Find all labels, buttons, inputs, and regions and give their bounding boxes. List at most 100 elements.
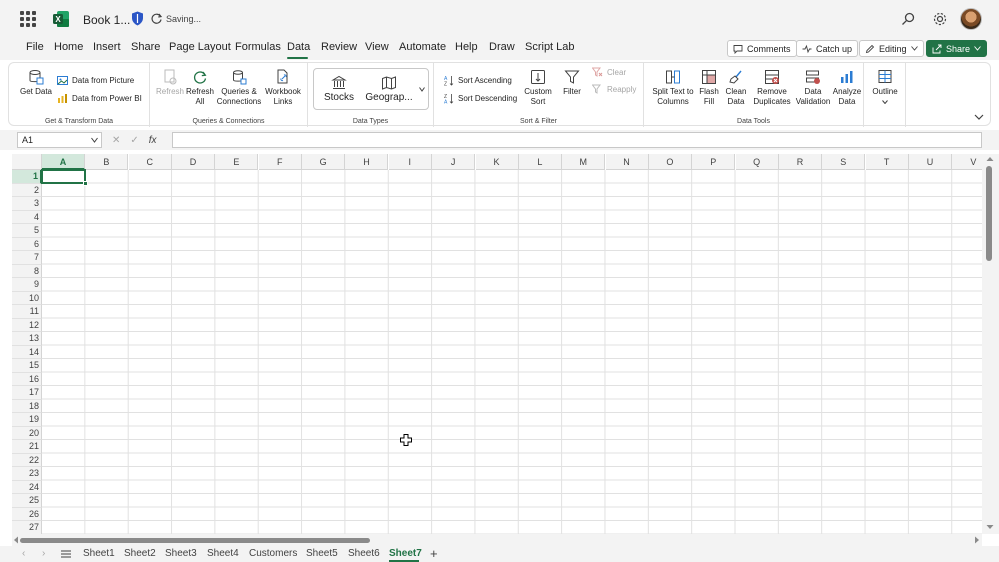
row-header[interactable]: 25 bbox=[12, 494, 42, 508]
row-header[interactable]: 9 bbox=[12, 278, 42, 292]
queries-connections-button[interactable]: Queries & Connections bbox=[216, 69, 262, 107]
sheet-tab-sheet3[interactable]: Sheet3 bbox=[165, 548, 197, 559]
row-header[interactable]: 12 bbox=[12, 318, 42, 332]
row-header[interactable]: 7 bbox=[12, 251, 42, 265]
row-header[interactable]: 26 bbox=[12, 507, 42, 521]
row-header[interactable]: 17 bbox=[12, 386, 42, 400]
data-from-picture-button[interactable]: Data from Picture bbox=[57, 75, 134, 86]
column-header[interactable]: G bbox=[302, 154, 346, 170]
sheet-tab-sheet2[interactable]: Sheet2 bbox=[124, 548, 156, 559]
column-header[interactable]: D bbox=[172, 154, 216, 170]
spreadsheet-grid[interactable]: ABCDEFGHIJKLMNOPQRSTUV 1 2 3 4 5 6 7 8 9 10 11 12 13… bbox=[12, 154, 982, 534]
row-header[interactable]: 1 bbox=[12, 170, 42, 184]
clean-data-button[interactable]: Clean Data bbox=[724, 69, 748, 107]
get-data-button[interactable]: Get Data bbox=[19, 69, 53, 97]
row-header[interactable]: 24 bbox=[12, 480, 42, 494]
enter-icon[interactable]: ✓ bbox=[130, 135, 138, 146]
filter-button[interactable]: Filter bbox=[557, 69, 587, 97]
column-header[interactable]: M bbox=[562, 154, 606, 170]
gear-icon[interactable] bbox=[932, 11, 948, 27]
column-header[interactable]: I bbox=[388, 154, 432, 170]
cancel-icon[interactable]: ✕ bbox=[112, 135, 120, 146]
menu-home[interactable]: Home bbox=[54, 41, 83, 53]
column-header[interactable]: C bbox=[128, 154, 172, 170]
column-header[interactable]: B bbox=[85, 154, 129, 170]
insert-function-icon[interactable]: fx bbox=[149, 135, 157, 146]
menu-automate[interactable]: Automate bbox=[399, 41, 446, 53]
sheet-tab-sheet4[interactable]: Sheet4 bbox=[207, 548, 239, 559]
refresh-button[interactable]: Refresh bbox=[155, 69, 185, 97]
vertical-scroll-thumb[interactable] bbox=[986, 166, 992, 261]
menu-share[interactable]: Share bbox=[131, 41, 160, 53]
sort-descending-button[interactable]: ZA Sort Descending bbox=[444, 93, 517, 104]
scroll-down-icon[interactable] bbox=[986, 524, 994, 530]
custom-sort-button[interactable]: Custom Sort bbox=[522, 69, 554, 107]
row-header[interactable]: 22 bbox=[12, 453, 42, 467]
row-header[interactable]: 2 bbox=[12, 183, 42, 197]
row-header[interactable]: 20 bbox=[12, 426, 42, 440]
add-sheet-icon[interactable]: + bbox=[430, 546, 438, 561]
vertical-scrollbar[interactable] bbox=[982, 154, 999, 534]
prev-sheet-icon[interactable]: ‹ bbox=[22, 548, 25, 559]
analyze-data-button[interactable]: Analyze Data bbox=[831, 69, 863, 107]
column-header[interactable]: H bbox=[345, 154, 389, 170]
geography-button[interactable]: Geograp... bbox=[364, 75, 414, 103]
workbook-title[interactable]: Book 1... bbox=[83, 13, 130, 27]
column-header[interactable]: Q bbox=[735, 154, 779, 170]
sheet-tab-sheet5[interactable]: Sheet5 bbox=[306, 548, 338, 559]
all-sheets-icon[interactable] bbox=[61, 550, 71, 558]
column-header[interactable]: S bbox=[822, 154, 866, 170]
reapply-button[interactable]: Reapply bbox=[592, 84, 636, 94]
row-header[interactable]: 5 bbox=[12, 224, 42, 238]
select-all-corner[interactable] bbox=[12, 154, 42, 170]
sheet-tab-sheet7[interactable]: Sheet7 bbox=[389, 548, 422, 559]
row-header[interactable]: 13 bbox=[12, 332, 42, 346]
share-button[interactable]: Share bbox=[926, 40, 988, 57]
menu-script-lab[interactable]: Script Lab bbox=[525, 41, 575, 53]
workbook-links-button[interactable]: Workbook Links bbox=[262, 69, 304, 107]
refresh-all-button[interactable]: Refresh All bbox=[185, 69, 215, 107]
catch-up-button[interactable]: Catch up bbox=[796, 40, 859, 57]
row-header[interactable]: 6 bbox=[12, 237, 42, 251]
column-header[interactable]: E bbox=[215, 154, 259, 170]
menu-help[interactable]: Help bbox=[455, 41, 478, 53]
scroll-left-icon[interactable] bbox=[13, 536, 19, 544]
flash-fill-button[interactable]: Flash Fill bbox=[698, 69, 720, 107]
name-box[interactable]: A1 bbox=[17, 132, 102, 148]
shield-icon[interactable] bbox=[131, 11, 144, 26]
formula-input[interactable] bbox=[172, 132, 982, 148]
horizontal-scrollbar[interactable] bbox=[12, 534, 982, 546]
column-header[interactable]: J bbox=[432, 154, 476, 170]
column-header[interactable]: N bbox=[605, 154, 649, 170]
row-header[interactable]: 27 bbox=[12, 521, 42, 534]
column-header[interactable]: T bbox=[865, 154, 909, 170]
clear-filter-button[interactable]: Clear bbox=[592, 67, 626, 77]
sheet-tab-sheet6[interactable]: Sheet6 bbox=[348, 548, 380, 559]
column-header[interactable]: L bbox=[518, 154, 562, 170]
row-header[interactable]: 19 bbox=[12, 413, 42, 427]
column-header[interactable]: P bbox=[692, 154, 736, 170]
next-sheet-icon[interactable]: › bbox=[42, 548, 45, 559]
fill-handle[interactable] bbox=[83, 181, 88, 186]
menu-view[interactable]: View bbox=[365, 41, 389, 53]
collapse-ribbon-icon[interactable] bbox=[974, 113, 984, 121]
app-launcher-icon[interactable] bbox=[20, 11, 36, 27]
horizontal-scroll-thumb[interactable] bbox=[20, 538, 370, 543]
stocks-button[interactable]: Stocks bbox=[318, 75, 360, 103]
search-icon[interactable] bbox=[900, 11, 916, 27]
gallery-expand-icon[interactable] bbox=[419, 87, 425, 92]
scroll-up-icon[interactable] bbox=[986, 156, 994, 162]
comments-button[interactable]: Comments bbox=[727, 40, 797, 57]
column-header[interactable]: K bbox=[475, 154, 519, 170]
row-header[interactable]: 15 bbox=[12, 359, 42, 373]
data-from-powerbi-button[interactable]: Data from Power BI bbox=[57, 93, 142, 104]
scroll-right-icon[interactable] bbox=[974, 536, 980, 544]
menu-insert[interactable]: Insert bbox=[93, 41, 121, 53]
menu-file[interactable]: File bbox=[26, 41, 44, 53]
row-header[interactable]: 4 bbox=[12, 210, 42, 224]
row-header[interactable]: 14 bbox=[12, 345, 42, 359]
row-header[interactable]: 16 bbox=[12, 372, 42, 386]
row-header[interactable]: 8 bbox=[12, 264, 42, 278]
row-header[interactable]: 10 bbox=[12, 291, 42, 305]
column-header[interactable]: O bbox=[648, 154, 692, 170]
